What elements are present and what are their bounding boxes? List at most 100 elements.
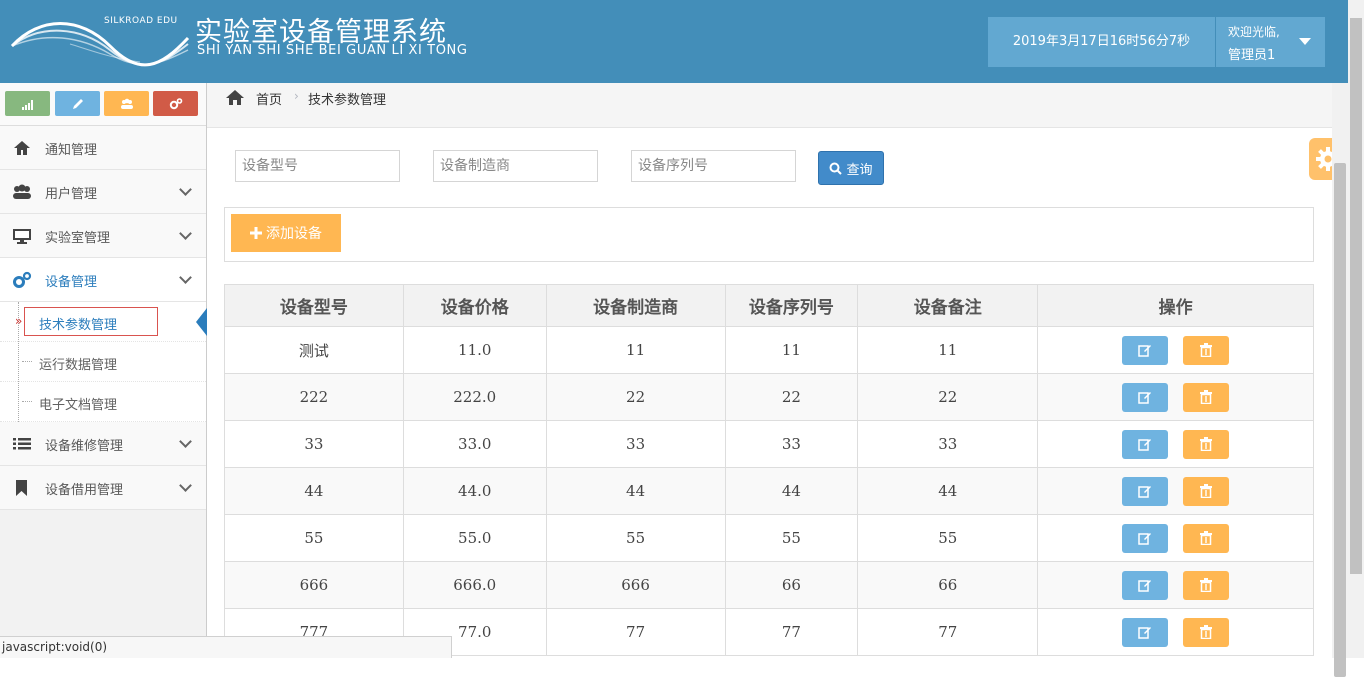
- edit-button[interactable]: [1122, 523, 1169, 553]
- edit-icon: [1138, 533, 1152, 545]
- edit-button[interactable]: [1122, 476, 1169, 506]
- edit-button[interactable]: [1122, 382, 1169, 412]
- users-icon: [13, 184, 31, 199]
- window-scrollbar[interactable]: [1348, 0, 1364, 658]
- scrollbar-thumb[interactable]: [1350, 18, 1362, 574]
- row-actions: [1038, 617, 1313, 647]
- chevron-down-icon: [179, 271, 192, 284]
- actions-cell: [1037, 467, 1314, 515]
- trash-icon: [1200, 437, 1213, 451]
- trash-icon: [1200, 578, 1213, 592]
- trash-icon: [1200, 531, 1213, 545]
- content-scrollbar[interactable]: [1332, 83, 1348, 677]
- table-header-row: 设备型号 设备价格 设备制造商 设备序列号 设备备注 操作: [224, 284, 1314, 327]
- breadcrumb-separator: ›: [294, 89, 299, 103]
- sidebar-item-users[interactable]: 用户管理: [0, 170, 206, 214]
- submenu-item-label: 电子文档管理: [39, 398, 118, 413]
- breadcrumb: 首页 › 技术参数管理: [207, 83, 1332, 128]
- shortcut-button-settings[interactable]: [153, 91, 198, 116]
- add-device-button[interactable]: 添加设备: [231, 214, 341, 252]
- edit-button[interactable]: [1122, 429, 1169, 459]
- shortcut-button-edit[interactable]: [55, 91, 100, 116]
- submenu-item-runtime-data[interactable]: 运行数据管理: [0, 342, 206, 382]
- chevron-down-icon: [179, 183, 192, 196]
- table-cell: 22: [857, 373, 1039, 421]
- sidebar-item-devices[interactable]: 设备管理: [0, 258, 206, 302]
- table-cell: 77: [857, 608, 1039, 656]
- edit-button[interactable]: [1122, 617, 1169, 647]
- signal-icon: [21, 99, 33, 110]
- submenu-item-documents[interactable]: 电子文档管理: [0, 382, 206, 422]
- column-header: 设备价格: [402, 284, 547, 327]
- user-menu-toggle[interactable]: 欢迎光临, 管理员1: [1216, 17, 1325, 67]
- table-cell: 55: [857, 514, 1039, 562]
- users-icon: [120, 98, 133, 109]
- submenu-item-label: 运行数据管理: [39, 358, 118, 373]
- scrollbar-thumb[interactable]: [1334, 163, 1346, 677]
- shortcut-button-stats[interactable]: [5, 91, 50, 116]
- table-cell: 11: [724, 326, 859, 374]
- row-actions: [1038, 476, 1313, 506]
- table-cell: 44: [857, 467, 1039, 515]
- edit-icon: [1138, 345, 1152, 357]
- delete-button[interactable]: [1183, 570, 1230, 600]
- welcome-text: 欢迎光临,: [1228, 25, 1280, 39]
- sidebar-item-label: 用户管理: [45, 187, 98, 202]
- shortcut-button-users[interactable]: [104, 91, 149, 116]
- delete-button[interactable]: [1183, 382, 1230, 412]
- edit-icon: [1138, 486, 1152, 498]
- table-cell: 44: [545, 467, 726, 515]
- toolbar: 添加设备: [224, 207, 1314, 262]
- table-cell: 11: [857, 326, 1039, 374]
- table-cell: 33: [224, 420, 404, 468]
- device-serial-input[interactable]: 设备序列号: [631, 150, 796, 182]
- home-icon: [226, 90, 244, 105]
- table-row: 测试 11.0 11 11 11: [224, 326, 1314, 374]
- table-cell: 11.0: [402, 326, 547, 374]
- username: 管理员1: [1228, 48, 1276, 63]
- status-bar: javascript:void(0): [0, 636, 452, 658]
- sidebar-item-label: 通知管理: [45, 143, 98, 158]
- table-cell: 33.0: [402, 420, 547, 468]
- search-button[interactable]: 查询: [818, 151, 884, 185]
- sidebar-item-notice[interactable]: 通知管理: [0, 126, 206, 170]
- logo-tag: SILKROAD EDU: [104, 16, 178, 26]
- row-actions: [1038, 570, 1313, 600]
- breadcrumb-home-link[interactable]: 首页: [256, 89, 282, 108]
- breadcrumb-current: 技术参数管理: [308, 93, 387, 108]
- edit-button[interactable]: [1122, 335, 1169, 365]
- table-cell: 66: [724, 561, 859, 609]
- delete-button[interactable]: [1183, 429, 1230, 459]
- delete-button[interactable]: [1183, 523, 1230, 553]
- row-actions: [1038, 335, 1313, 365]
- plus-icon: [250, 227, 262, 239]
- double-angle-right-icon: »: [15, 314, 23, 328]
- sidebar-item-repair[interactable]: 设备维修管理: [0, 422, 206, 466]
- device-table: 设备型号 设备价格 设备制造商 设备序列号 设备备注 操作 测试 11.0 11 11…: [224, 284, 1314, 656]
- tree-dash: [22, 361, 32, 362]
- row-actions: [1038, 523, 1313, 553]
- delete-button[interactable]: [1183, 335, 1230, 365]
- table-row: 44 44.0 44 44 44: [224, 467, 1314, 515]
- device-maker-input[interactable]: 设备制造商: [433, 150, 598, 182]
- table-cell: 77: [724, 608, 859, 656]
- edit-icon: [1138, 580, 1152, 592]
- add-device-label: 添加设备: [266, 226, 322, 242]
- table-cell: 44: [224, 467, 404, 515]
- table-row: 666 666.0 666 66 66: [224, 561, 1314, 609]
- bookmark-icon: [16, 480, 27, 496]
- app-header: SILKROAD EDU 实验室设备管理系统 SHI YAN SHI SHE B…: [0, 0, 1364, 83]
- edit-button[interactable]: [1122, 570, 1169, 600]
- tree-dash: [22, 401, 32, 402]
- table-cell: 22: [545, 373, 726, 421]
- sidebar-item-label: 设备管理: [45, 275, 98, 290]
- sidebar-item-lab[interactable]: 实验室管理: [0, 214, 206, 258]
- actions-cell: [1037, 373, 1314, 421]
- column-header: 设备制造商: [545, 284, 726, 327]
- delete-button[interactable]: [1183, 617, 1230, 647]
- submenu-item-tech-params[interactable]: » 技术参数管理: [0, 302, 207, 342]
- sidebar-item-label: 实验室管理: [45, 231, 111, 246]
- delete-button[interactable]: [1183, 476, 1230, 506]
- device-model-input[interactable]: 设备型号: [235, 150, 400, 182]
- sidebar-item-borrow[interactable]: 设备借用管理: [0, 466, 206, 510]
